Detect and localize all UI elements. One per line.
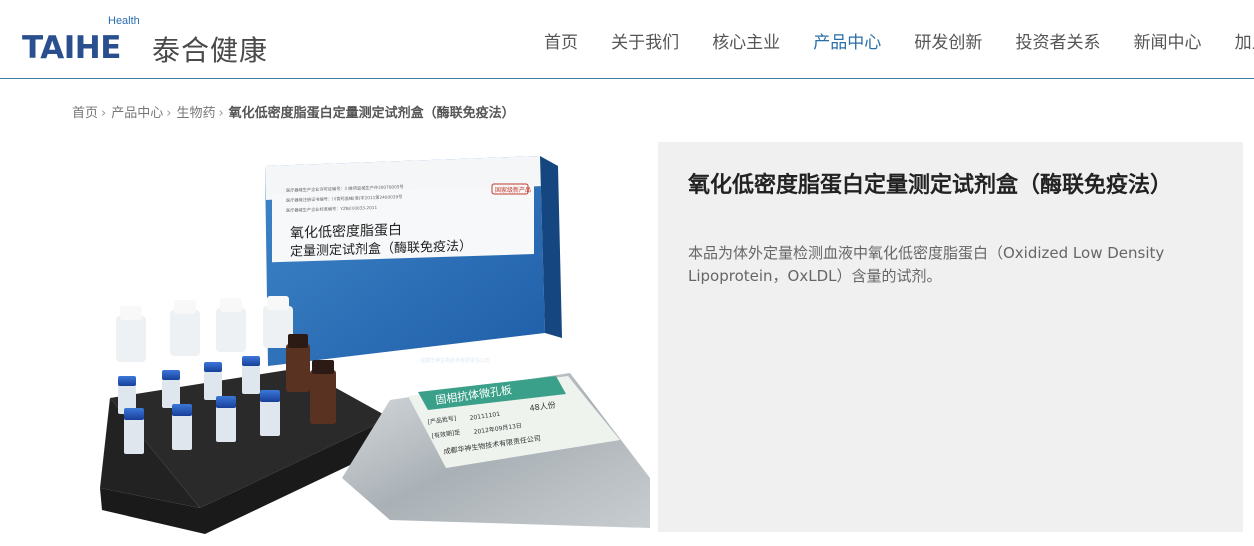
microplate-pouch: 固相抗体微孔板 [产品批号] 20111101 48人份 [有效期]至 2012… (342, 373, 650, 528)
breadcrumb-biopharma[interactable]: 生物药 (176, 106, 215, 121)
logo-chinese-name: 泰合健康 (152, 34, 269, 67)
box-maker: 成都华神生物技术有限责任公司 (420, 357, 490, 364)
taihe-logo[interactable]: TAIHE Health 泰合健康 (22, 14, 292, 68)
logo-health-tag: Health (108, 15, 140, 27)
site-header: TAIHE Health 泰合健康 首页 关于我们 核心主业 产品中心 研发创新… (0, 0, 1254, 79)
breadcrumb-current: 氧化低密度脂蛋白定量测定试剂盒（酶联免疫法） (228, 106, 515, 121)
box-name-line1: 氧化低密度脂蛋白 (290, 221, 402, 242)
breadcrumb: 首页 › 产品中心 › 生物药 › 氧化低密度脂蛋白定量测定试剂盒（酶联免疫法） (72, 102, 515, 121)
box-stamp: 国家级新产品 (495, 186, 531, 194)
kit-box: 医疗器械生产企业许可证编号：川食药监械生产许20070005号 医疗器械注册证书… (265, 156, 562, 372)
nav-item-core-business[interactable]: 核心主业 (712, 28, 780, 53)
nav-item-research[interactable]: 研发创新 (914, 28, 982, 53)
nav-item-products[interactable]: 产品中心 (813, 28, 881, 53)
nav-item-about[interactable]: 关于我们 (611, 28, 679, 53)
nav-item-investors[interactable]: 投资者关系 (1015, 28, 1100, 53)
nav-item-join[interactable]: 加入 (1235, 28, 1254, 53)
product-image: 医疗器械生产企业许可证编号：川食药监械生产许20070005号 医疗器械注册证书… (100, 156, 650, 534)
product-title: 氧化低密度脂蛋白定量测定试剂盒（酶联免疫法） (688, 173, 1173, 198)
product-description: 本品为体外定量检测血液中氧化低密度脂蛋白（Oxidized Low Densit… (688, 244, 1165, 285)
breadcrumb-products[interactable]: 产品中心 (111, 106, 163, 121)
breadcrumb-home[interactable]: 首页 (72, 106, 98, 121)
nav-item-home[interactable]: 首页 (544, 28, 578, 53)
breadcrumb-separator: › (218, 106, 224, 121)
product-info-panel: 氧化低密度脂蛋白定量测定试剂盒（酶联免疫法） 本品为体外定量检测血液中氧化低密度… (658, 142, 1243, 532)
breadcrumb-separator: › (166, 106, 172, 121)
breadcrumb-separator: › (101, 106, 107, 121)
box-brand: Huaxin (390, 364, 415, 372)
main-nav: 首页 关于我们 核心主业 产品中心 研发创新 投资者关系 新闻中心 加入 (530, 28, 1254, 53)
nav-item-news[interactable]: 新闻中心 (1134, 28, 1202, 53)
logo-wordmark: TAIHE (22, 30, 121, 66)
